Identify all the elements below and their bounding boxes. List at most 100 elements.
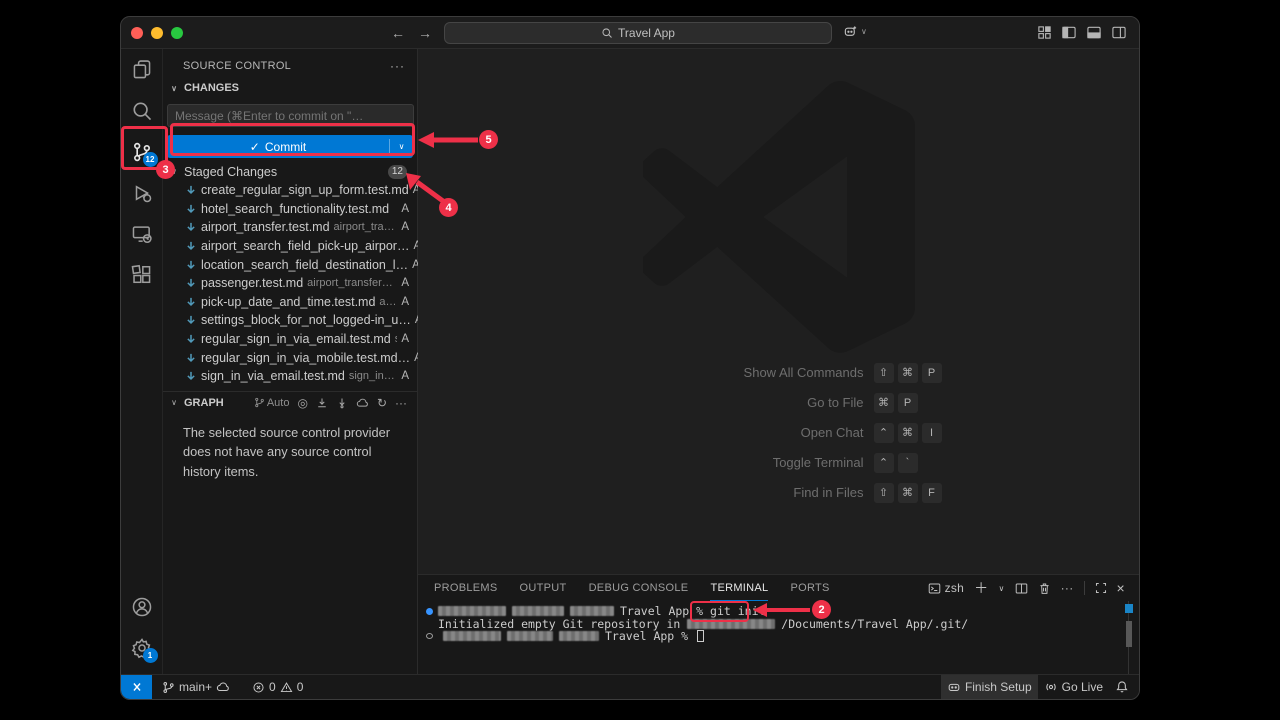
search-view-icon[interactable]: [121, 90, 163, 131]
customize-layout-icon[interactable]: [1037, 25, 1052, 40]
file-row[interactable]: sign_in_via_email.test.mdsign_in_fo…A: [163, 367, 417, 386]
shell-selector[interactable]: zsh: [928, 581, 965, 595]
maximize-panel-icon[interactable]: [1095, 582, 1107, 594]
markdown-file-icon: [185, 314, 197, 326]
broadcast-icon: [1044, 680, 1058, 694]
annotation-step-3: 3: [156, 160, 175, 179]
chevron-down-icon: ∨: [861, 27, 867, 36]
notifications-bell-icon[interactable]: [1109, 675, 1139, 699]
annotation-box-commit-button: [170, 123, 415, 156]
command-pending-decoration: [426, 633, 433, 639]
redacted-text: [507, 631, 553, 641]
command-center-search[interactable]: Travel App: [444, 22, 832, 44]
markdown-file-icon: [185, 203, 197, 215]
vscode-window: ← → Travel App ∨: [120, 16, 1140, 700]
redacted-text: [438, 606, 506, 616]
settings-badge: 1: [143, 648, 158, 663]
git-branch-icon: [162, 681, 175, 694]
finish-setup-button[interactable]: Finish Setup: [941, 675, 1038, 699]
graph-section: ∨ GRAPH Auto ◎ ↻ ···: [163, 391, 417, 482]
file-row[interactable]: location_search_field_destination_l…A: [163, 255, 417, 274]
chevron-down-icon[interactable]: ∨: [998, 584, 1004, 593]
branch-status-item[interactable]: main+: [156, 675, 236, 699]
redacted-text: [443, 631, 501, 641]
editor-area: Show All Commands⇧⌘P Go to File⌘P Open C…: [418, 49, 1139, 574]
title-bar: ← → Travel App ∨: [121, 17, 1139, 49]
file-row[interactable]: regular_sign_in_via_email.test.mdsi…A: [163, 330, 417, 349]
account-icon[interactable]: [121, 586, 163, 627]
staged-changes-header[interactable]: ∨ Staged Changes 12: [163, 162, 417, 181]
git-status-added: A: [401, 277, 409, 289]
git-status-added: A: [401, 370, 409, 382]
tab-ports[interactable]: PORTS: [790, 575, 829, 601]
git-status-added: A: [401, 333, 409, 345]
refresh-icon[interactable]: ↻: [377, 396, 387, 410]
file-row[interactable]: pick-up_date_and_time.test.mdairp…A: [163, 293, 417, 312]
tab-terminal[interactable]: TERMINAL: [710, 575, 768, 601]
staged-count-badge: 12: [388, 165, 407, 179]
sync-cloud-icon: [216, 680, 230, 694]
warning-icon: [280, 681, 293, 694]
toggle-sidebar-right-icon[interactable]: [1111, 25, 1127, 40]
terminal-cursor: [697, 630, 704, 642]
kill-terminal-trash-icon[interactable]: [1038, 582, 1051, 595]
markdown-file-icon: [185, 277, 197, 289]
more-actions-icon[interactable]: ···: [390, 59, 405, 73]
file-row[interactable]: settings_block_for_not_logged-in_u…A: [163, 311, 417, 330]
more-actions-icon[interactable]: ···: [1061, 581, 1074, 595]
staged-changes-label: Staged Changes: [184, 165, 384, 179]
terminal-icon: [928, 582, 941, 595]
maximize-window-button[interactable]: [171, 27, 183, 39]
explorer-icon[interactable]: [121, 49, 163, 90]
copilot-menu[interactable]: ∨: [843, 24, 867, 39]
copilot-face-icon: [947, 680, 961, 694]
git-branch-icon: [254, 397, 265, 408]
go-live-button[interactable]: Go Live: [1038, 675, 1109, 699]
target-icon[interactable]: ◎: [297, 396, 307, 410]
forward-arrow-icon[interactable]: →: [418, 25, 432, 41]
toggle-panel-icon[interactable]: [1086, 25, 1102, 40]
terminal-content[interactable]: Travel App % git init Initialized empty …: [418, 601, 1139, 674]
pull-icon[interactable]: [336, 397, 348, 409]
tab-problems[interactable]: PROBLEMS: [434, 575, 498, 601]
tab-debug-console[interactable]: DEBUG CONSOLE: [589, 575, 689, 601]
close-panel-icon[interactable]: ×: [1117, 580, 1125, 596]
fetch-icon[interactable]: [316, 397, 328, 409]
markdown-file-icon: [185, 259, 197, 271]
file-row[interactable]: regular_sign_in_via_mobile.test.md…A: [163, 348, 417, 367]
changes-label: CHANGES: [184, 82, 239, 94]
markdown-file-icon: [185, 296, 197, 308]
changes-section-header[interactable]: ∨ CHANGES: [163, 77, 417, 99]
remote-indicator[interactable]: [121, 675, 152, 699]
run-debug-icon[interactable]: [121, 172, 163, 213]
command-success-decoration: [426, 608, 433, 615]
extensions-icon[interactable]: [121, 254, 163, 295]
minimize-window-button[interactable]: [151, 27, 163, 39]
git-status-added: A: [401, 221, 409, 233]
remote-explorer-icon[interactable]: [121, 213, 163, 254]
sidebar-title: SOURCE CONTROL: [183, 60, 390, 72]
file-row[interactable]: passenger.test.mdairport_transfer_s…A: [163, 274, 417, 293]
toggle-sidebar-left-icon[interactable]: [1061, 25, 1077, 40]
new-terminal-icon[interactable]: ＋: [974, 578, 988, 598]
settings-gear-icon[interactable]: 1: [121, 627, 163, 668]
markdown-file-icon: [185, 221, 197, 233]
file-row[interactable]: airport_search_field_pick-up_airpor…A: [163, 237, 417, 256]
close-window-button[interactable]: [131, 27, 143, 39]
markdown-file-icon: [185, 352, 197, 364]
split-terminal-icon[interactable]: [1015, 582, 1028, 595]
vscode-logo-watermark: [643, 81, 915, 353]
graph-auto-toggle[interactable]: Auto: [254, 397, 290, 409]
tab-output[interactable]: OUTPUT: [520, 575, 567, 601]
markdown-file-icon: [185, 333, 197, 345]
terminal-scrollbar-thumb[interactable]: [1126, 621, 1132, 647]
file-row[interactable]: airport_transfer.test.mdairport_trans…A: [163, 218, 417, 237]
back-arrow-icon[interactable]: ←: [391, 25, 405, 41]
more-actions-icon[interactable]: ···: [395, 396, 407, 410]
problems-status-item[interactable]: 0 0: [246, 675, 309, 699]
cloud-icon[interactable]: [356, 396, 369, 409]
watermark-shortcuts: Show All Commands⇧⌘P Go to File⌘P Open C…: [418, 362, 1139, 503]
command-center-text: Travel App: [618, 26, 675, 40]
file-row[interactable]: create_regular_sign_up_form.test.mdA: [163, 181, 417, 200]
file-row[interactable]: hotel_search_functionality.test.mdA: [163, 200, 417, 219]
